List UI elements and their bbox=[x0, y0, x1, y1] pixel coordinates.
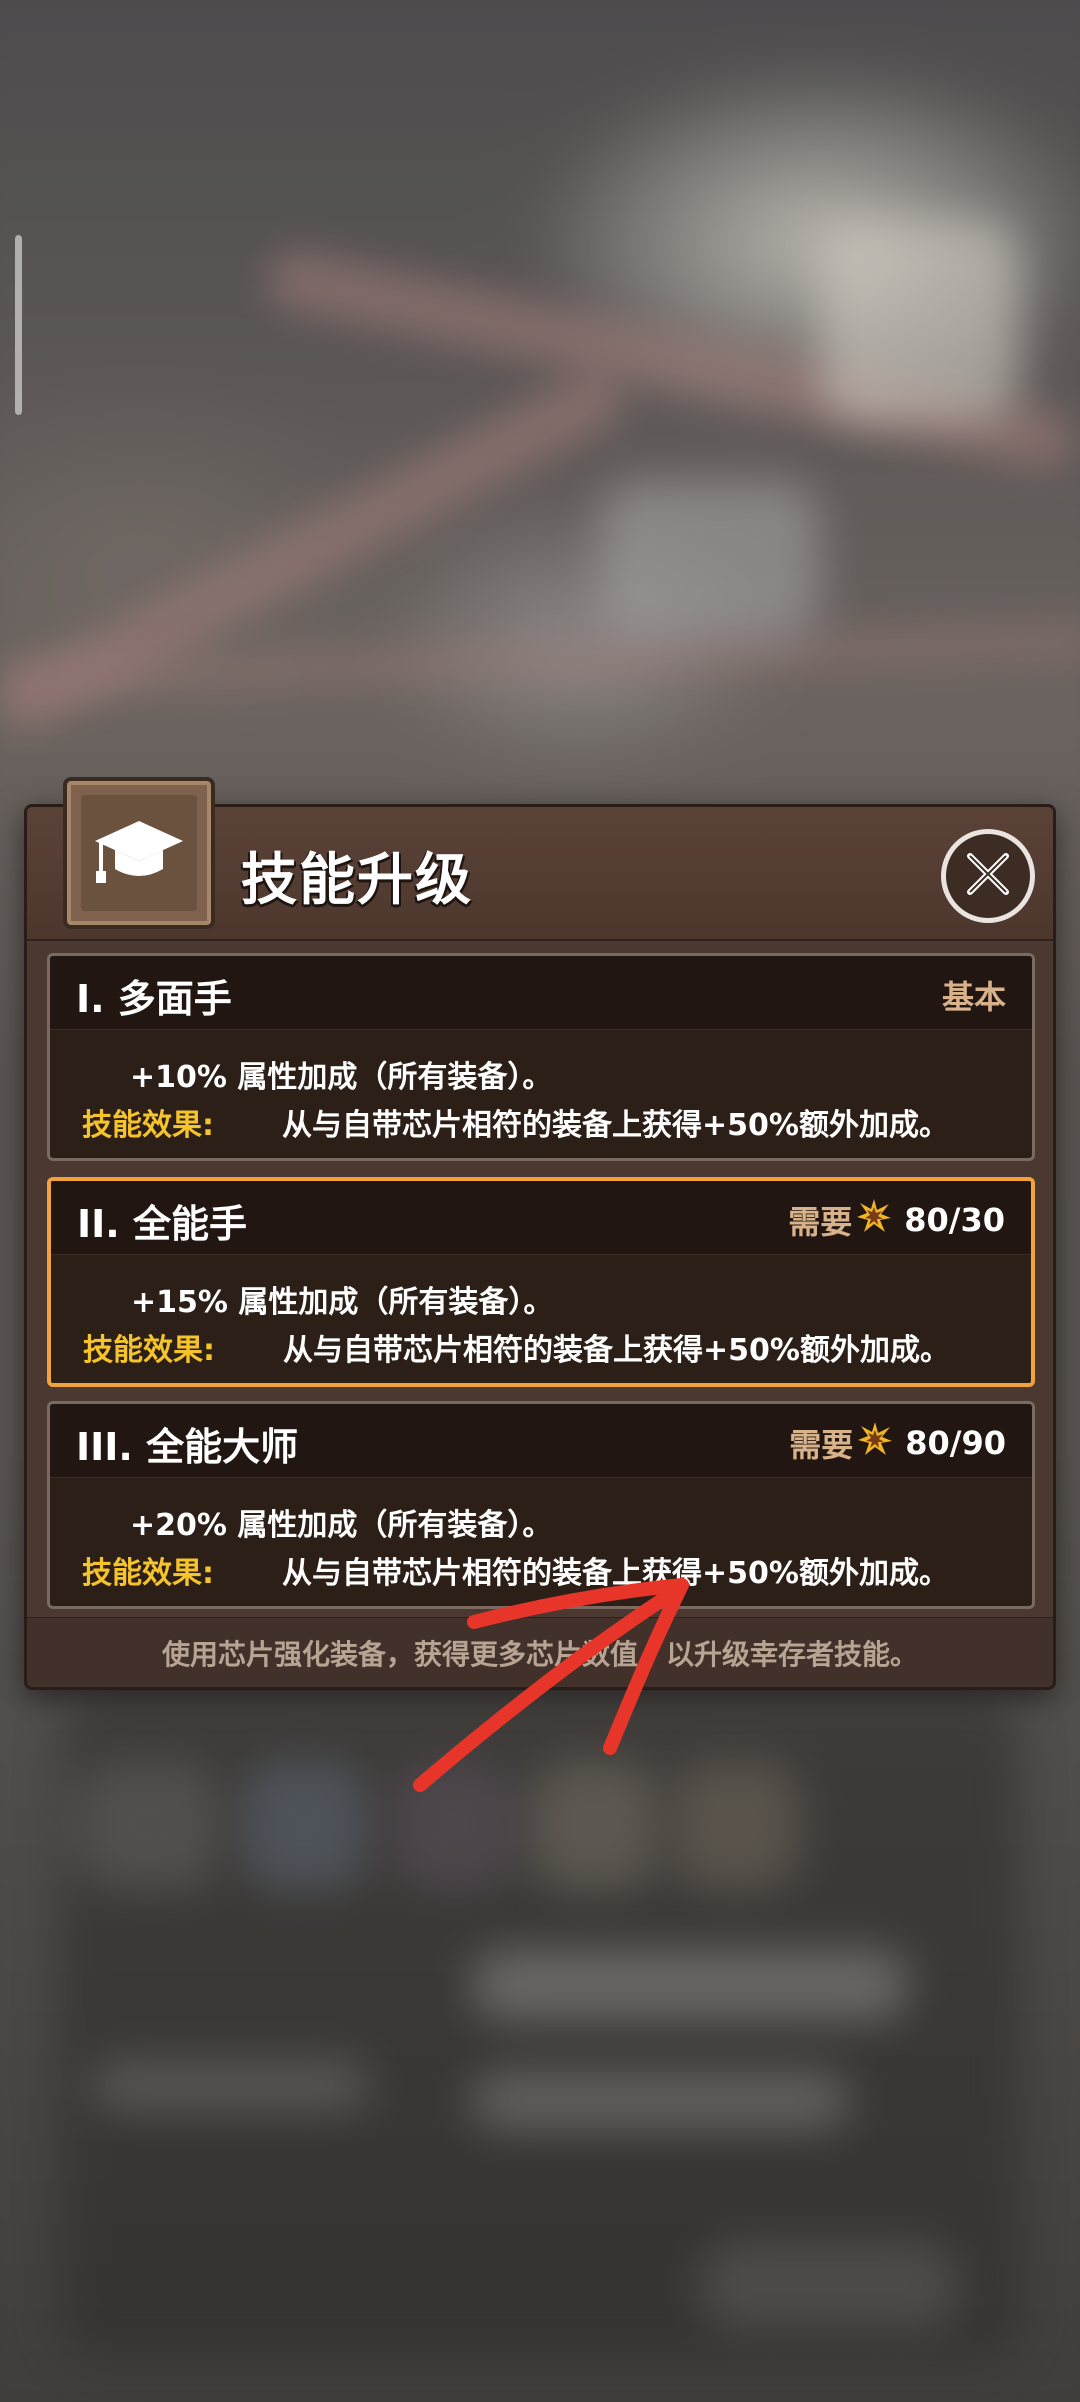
skill-requirement: 需要 80/30 bbox=[788, 1197, 1005, 1243]
requirement-value: 80/30 bbox=[904, 1201, 1005, 1239]
dialog-footer-hint: 使用芯片强化装备，获得更多芯片数值，以升级幸存者技能。 bbox=[27, 1617, 1053, 1687]
skill-bonus: +20% 属性加成（所有装备）。 bbox=[130, 1508, 553, 1543]
skill-name: II. 全能手 bbox=[77, 1202, 247, 1246]
skill-status-label: 基本 bbox=[941, 978, 1006, 1016]
skill-effect-text: 从与自带芯片相符的装备上获得+50%额外加成。 bbox=[282, 1556, 949, 1591]
skill-name: III. 全能大师 bbox=[76, 1425, 299, 1469]
skill-name: I. 多面手 bbox=[76, 977, 232, 1021]
skill-upgrade-dialog: 技能升级 I. 多面手 基本 +10% 属性加成（所有装备）。 技能效果: 从与自 bbox=[24, 777, 1056, 1690]
requirement-label: 需要 bbox=[788, 1203, 853, 1241]
skill-card-2[interactable]: II. 全能手 需要 80/30 +15% 属性加成（所有装备）。 技能效果: 从… bbox=[47, 1177, 1035, 1387]
close-icon bbox=[958, 844, 1018, 908]
chip-spark-icon bbox=[857, 1421, 893, 1465]
graduation-cap-icon bbox=[91, 803, 187, 903]
skill-requirement: 需要 80/90 bbox=[789, 1420, 1006, 1466]
skill-effect-label: 技能效果: bbox=[82, 1108, 214, 1143]
skill-bonus: +10% 属性加成（所有装备）。 bbox=[130, 1060, 553, 1095]
scroll-indicator bbox=[15, 235, 22, 415]
skill-effect-text: 从与自带芯片相符的装备上获得+50%额外加成。 bbox=[283, 1333, 950, 1368]
skill-effect: 技能效果: 从与自带芯片相符的装备上获得+50%额外加成。 bbox=[82, 1548, 949, 1592]
skill-card-1[interactable]: I. 多面手 基本 +10% 属性加成（所有装备）。 技能效果: 从与自带芯片相符… bbox=[47, 953, 1035, 1161]
skill-effect-label: 技能效果: bbox=[82, 1556, 214, 1591]
requirement-value: 80/90 bbox=[905, 1424, 1006, 1462]
skill-icon-frame bbox=[63, 777, 215, 929]
skill-effect: 技能效果: 从与自带芯片相符的装备上获得+50%额外加成。 bbox=[82, 1100, 949, 1144]
close-button[interactable] bbox=[941, 829, 1035, 923]
skill-effect-text: 从与自带芯片相符的装备上获得+50%额外加成。 bbox=[282, 1108, 949, 1143]
dialog-header: 技能升级 bbox=[27, 777, 1053, 941]
skill-effect: 技能效果: 从与自带芯片相符的装备上获得+50%额外加成。 bbox=[83, 1325, 950, 1369]
dialog-title: 技能升级 bbox=[241, 848, 473, 913]
skill-effect-label: 技能效果: bbox=[83, 1333, 215, 1368]
requirement-label: 需要 bbox=[789, 1426, 854, 1464]
skill-card-3[interactable]: III. 全能大师 需要 80/90 +20% 属性加成（所有装备）。 技能效果… bbox=[47, 1401, 1035, 1609]
skill-status: 基本 bbox=[942, 972, 1006, 1018]
skill-bonus: +15% 属性加成（所有装备）。 bbox=[131, 1285, 554, 1320]
chip-spark-icon bbox=[856, 1198, 892, 1242]
